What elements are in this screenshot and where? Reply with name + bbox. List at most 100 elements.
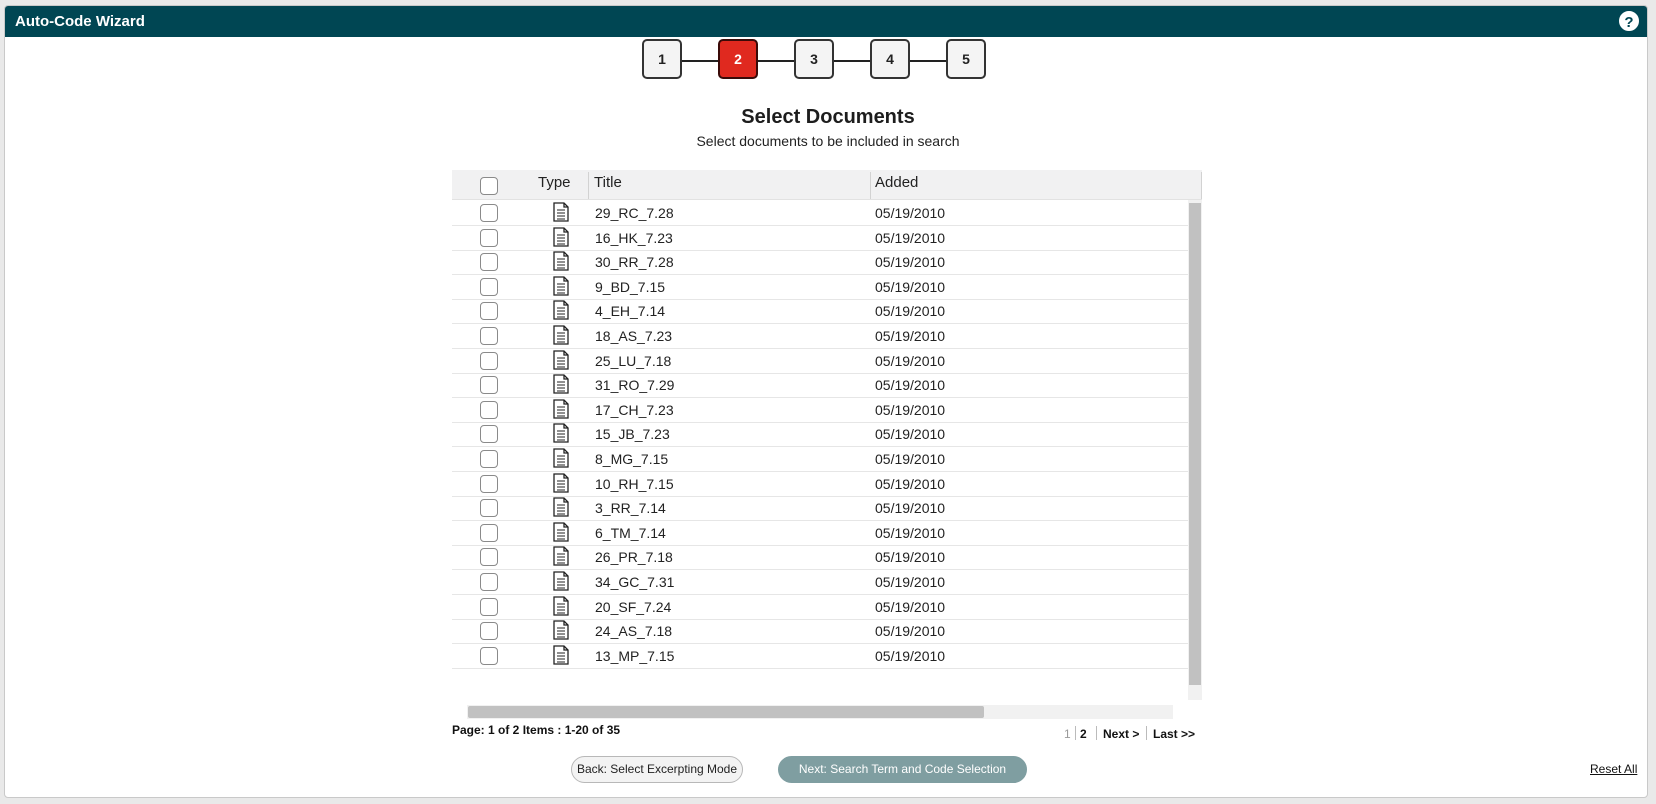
- row-checkbox[interactable]: [480, 302, 498, 321]
- table-row[interactable]: 26_PR_7.18 05/19/2010: [452, 544, 1188, 571]
- row-checkbox[interactable]: [480, 573, 498, 591]
- reset-all-link[interactable]: Reset All: [1590, 762, 1637, 776]
- help-icon[interactable]: ?: [1619, 11, 1639, 31]
- document-icon: [552, 522, 570, 542]
- column-header-type[interactable]: Type: [538, 170, 571, 200]
- pager-divider: [1096, 726, 1097, 740]
- row-checkbox[interactable]: [480, 646, 498, 665]
- document-icon: [552, 645, 570, 665]
- table-row[interactable]: 25_LU_7.18 05/19/2010: [452, 348, 1188, 374]
- row-checkbox[interactable]: [480, 204, 498, 222]
- documents-grid: Type Title Added 29_RC_7.28 05/19/2010 16_…: [452, 170, 1202, 722]
- row-checkbox[interactable]: [480, 351, 498, 370]
- row-checkbox[interactable]: [480, 327, 498, 345]
- document-icon: [552, 571, 570, 591]
- select-all-checkbox[interactable]: [480, 177, 498, 195]
- pagination-info: Page: 1 of 2 Items : 1-20 of 35: [452, 723, 621, 737]
- row-title: 25_LU_7.18: [595, 352, 672, 369]
- next-page-link[interactable]: Next >: [1103, 727, 1139, 741]
- next-button[interactable]: Next: Search Term and Code Selection: [778, 756, 1027, 783]
- wizard-stepper: 1 2 3 4 5: [642, 39, 1002, 83]
- row-added-date: 05/19/2010: [875, 549, 946, 566]
- table-row[interactable]: 24_AS_7.18 05/19/2010: [452, 618, 1188, 645]
- row-checkbox[interactable]: [480, 277, 498, 296]
- table-row[interactable]: 30_RR_7.28 05/19/2010: [452, 249, 1188, 276]
- table-row[interactable]: 8_MG_7.15 05/19/2010: [452, 446, 1188, 472]
- column-header-title[interactable]: Title: [594, 170, 622, 200]
- table-row[interactable]: 34_GC_7.31 05/19/2010: [452, 569, 1188, 595]
- row-checkbox[interactable]: [480, 450, 498, 468]
- last-page-link[interactable]: Last >>: [1153, 727, 1195, 741]
- row-checkbox-cell: [480, 302, 498, 325]
- row-title: 18_AS_7.23: [595, 328, 673, 344]
- row-added-date: 05/19/2010: [875, 500, 946, 517]
- table-row[interactable]: 9_BD_7.15 05/19/2010: [452, 274, 1188, 300]
- row-checkbox[interactable]: [480, 622, 498, 641]
- row-added-date: 05/19/2010: [875, 303, 946, 320]
- column-divider: [1201, 172, 1202, 199]
- row-added-date: 05/19/2010: [875, 598, 946, 615]
- column-divider[interactable]: [870, 172, 871, 199]
- row-checkbox-cell: [480, 523, 498, 547]
- row-checkbox-cell: [480, 450, 498, 473]
- row-title: 3_RR_7.14: [595, 500, 666, 517]
- vertical-scrollbar-thumb[interactable]: [1189, 203, 1201, 685]
- row-title: 26_PR_7.18: [595, 549, 673, 566]
- table-row[interactable]: 20_SF_7.24 05/19/2010: [452, 594, 1188, 620]
- step-4[interactable]: 4: [870, 39, 910, 79]
- back-button[interactable]: Back: Select Excerpting Mode: [571, 756, 743, 783]
- row-checkbox-cell: [480, 204, 498, 227]
- row-added-date: 05/19/2010: [875, 647, 946, 664]
- row-added-date: 05/19/2010: [875, 352, 946, 369]
- step-2[interactable]: 2: [718, 39, 758, 79]
- row-checkbox[interactable]: [480, 425, 498, 444]
- step-1[interactable]: 1: [642, 39, 682, 79]
- table-row[interactable]: 15_JB_7.23 05/19/2010: [452, 421, 1188, 448]
- row-checkbox[interactable]: [480, 253, 498, 272]
- row-title: 20_SF_7.24: [595, 598, 672, 615]
- document-icon: [552, 374, 570, 394]
- step-3[interactable]: 3: [794, 39, 834, 79]
- row-checkbox[interactable]: [480, 228, 498, 247]
- row-title: 8_MG_7.15: [595, 451, 669, 467]
- document-icon: [552, 546, 570, 567]
- row-title: 10_RH_7.15: [595, 475, 674, 492]
- row-checkbox-cell: [480, 253, 498, 276]
- page-1-link: 1: [1064, 727, 1071, 741]
- horizontal-scrollbar-thumb[interactable]: [468, 706, 984, 718]
- row-title: 13_MP_7.15: [595, 647, 675, 664]
- row-checkbox-cell: [480, 622, 498, 645]
- step-connector: [910, 60, 946, 62]
- document-icon: [552, 620, 570, 640]
- row-checkbox-cell: [480, 327, 498, 350]
- row-checkbox[interactable]: [480, 597, 498, 616]
- row-added-date: 05/19/2010: [875, 475, 946, 492]
- row-checkbox[interactable]: [480, 499, 498, 518]
- page-2-link[interactable]: 2: [1080, 727, 1087, 741]
- step-5[interactable]: 5: [946, 39, 986, 79]
- row-added-date: 05/19/2010: [875, 574, 946, 590]
- row-checkbox[interactable]: [480, 400, 498, 419]
- row-title: 6_TM_7.14: [595, 524, 666, 541]
- grid-header: Type Title Added: [452, 170, 1202, 200]
- table-row[interactable]: 6_TM_7.14 05/19/2010: [452, 520, 1188, 546]
- row-checkbox[interactable]: [480, 376, 498, 395]
- document-icon: [552, 226, 570, 247]
- table-row[interactable]: 13_MP_7.15 05/19/2010: [452, 643, 1188, 669]
- table-row[interactable]: 16_HK_7.23 05/19/2010: [452, 225, 1188, 251]
- table-row[interactable]: 4_EH_7.14 05/19/2010: [452, 298, 1188, 325]
- row-title: 30_RR_7.28: [595, 254, 674, 271]
- table-row[interactable]: 31_RO_7.29 05/19/2010: [452, 372, 1188, 399]
- row-checkbox[interactable]: [480, 548, 498, 567]
- row-checkbox[interactable]: [480, 523, 498, 542]
- table-row[interactable]: 10_RH_7.15 05/19/2010: [452, 471, 1188, 497]
- column-divider[interactable]: [588, 172, 589, 199]
- table-row[interactable]: 18_AS_7.23 05/19/2010: [452, 323, 1188, 349]
- column-header-added[interactable]: Added: [875, 170, 918, 200]
- pager-divider: [1146, 726, 1147, 740]
- table-row[interactable]: 17_CH_7.23 05/19/2010: [452, 397, 1188, 423]
- table-row[interactable]: 29_RC_7.28 05/19/2010: [452, 200, 1188, 226]
- row-title: 16_HK_7.23: [595, 229, 673, 246]
- row-checkbox[interactable]: [480, 474, 498, 493]
- table-row[interactable]: 3_RR_7.14 05/19/2010: [452, 495, 1188, 522]
